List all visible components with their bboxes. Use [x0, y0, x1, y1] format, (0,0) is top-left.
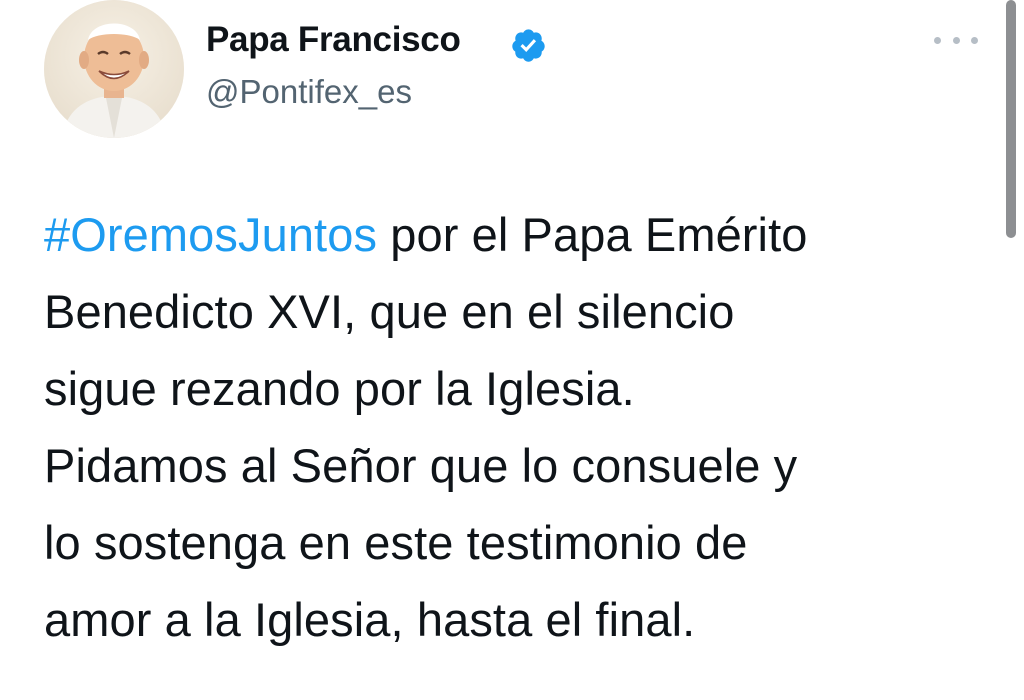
ellipsis-icon [952, 36, 960, 44]
tweet-text-line: sigue rezando por la Iglesia. [44, 362, 635, 415]
hashtag-link[interactable]: #OremosJuntos [44, 208, 377, 261]
more-options-button[interactable] [934, 28, 978, 52]
tweet-text-line: amor a la Iglesia, hasta el final. [44, 593, 696, 646]
ellipsis-icon [971, 36, 978, 44]
profile-photo-icon [44, 0, 184, 138]
tweet-text-line: Benedicto XVI, que en el silencio [44, 285, 735, 338]
ellipsis-icon [934, 36, 941, 44]
verified-badge-icon [512, 29, 545, 62]
tweet-card: Papa Francisco @Pontifex_es #OremosJunto… [0, 0, 1024, 700]
display-name[interactable]: Papa Francisco [206, 22, 461, 57]
tweet-text-segment: por el Papa Emérito [377, 208, 808, 261]
tweet-text-line: lo sostenga en este testimonio de [44, 516, 748, 569]
avatar[interactable] [44, 0, 184, 138]
tweet-text-line: #OremosJuntos por el Papa Emérito [44, 196, 994, 273]
tweet-text-line: Pidamos al Señor que lo consuele y [44, 439, 798, 492]
scrollbar[interactable] [1006, 0, 1016, 238]
tweet-text: #OremosJuntos por el Papa Emérito Benedi… [44, 196, 994, 658]
author-handle[interactable]: @Pontifex_es [206, 75, 412, 108]
